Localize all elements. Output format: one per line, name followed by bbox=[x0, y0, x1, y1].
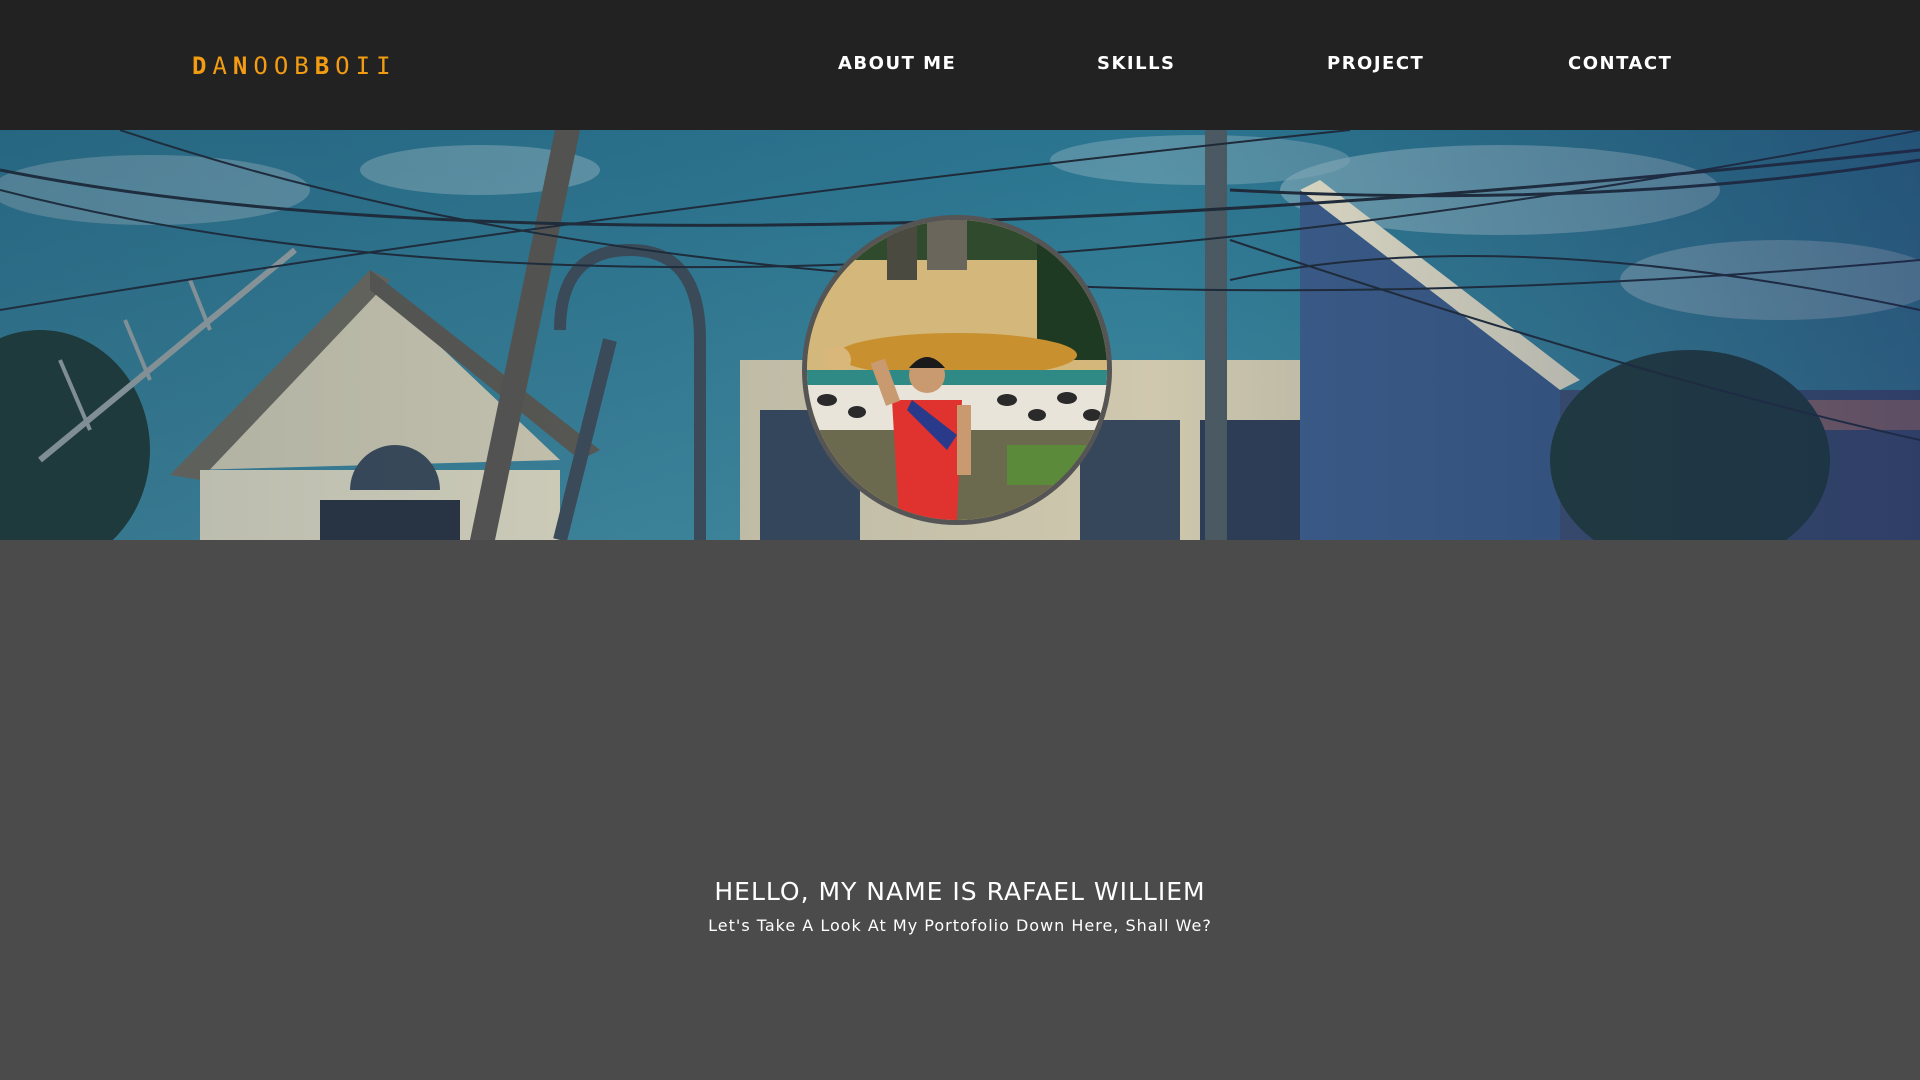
logo-letter: O bbox=[273, 52, 295, 80]
nav-link-project[interactable]: PROJECT bbox=[1327, 50, 1424, 78]
logo-letter: I bbox=[355, 52, 377, 80]
tagline-text: Let's Take A Look At My Portofolio Down … bbox=[708, 916, 1212, 935]
logo-letter: A bbox=[212, 52, 233, 80]
intro-section: HELLO, MY NAME IS RAFAEL WILLIEM Let's T… bbox=[0, 870, 1920, 938]
navbar: DANOOBBOII ABOUT ME SKILLS PROJECT CONTA… bbox=[0, 0, 1920, 130]
logo-letter: D bbox=[192, 52, 213, 80]
nav-link-skills[interactable]: SKILLS bbox=[1097, 50, 1176, 78]
logo-letter: O bbox=[253, 52, 274, 80]
profile-photo bbox=[802, 215, 1112, 525]
greeting-heading: HELLO, MY NAME IS RAFAEL WILLIEM bbox=[714, 877, 1206, 906]
logo-letter: I bbox=[376, 52, 397, 80]
logo-letter: B bbox=[294, 52, 315, 80]
profile-photo-image bbox=[807, 220, 1107, 520]
logo-letter: O bbox=[335, 52, 356, 80]
nav-link-contact[interactable]: CONTACT bbox=[1568, 50, 1672, 78]
logo-letter: N bbox=[232, 52, 254, 80]
logo-letter: B bbox=[314, 52, 336, 80]
nav-link-about-me[interactable]: ABOUT ME bbox=[838, 50, 956, 78]
site-logo[interactable]: DANOOBBOII bbox=[192, 50, 397, 82]
